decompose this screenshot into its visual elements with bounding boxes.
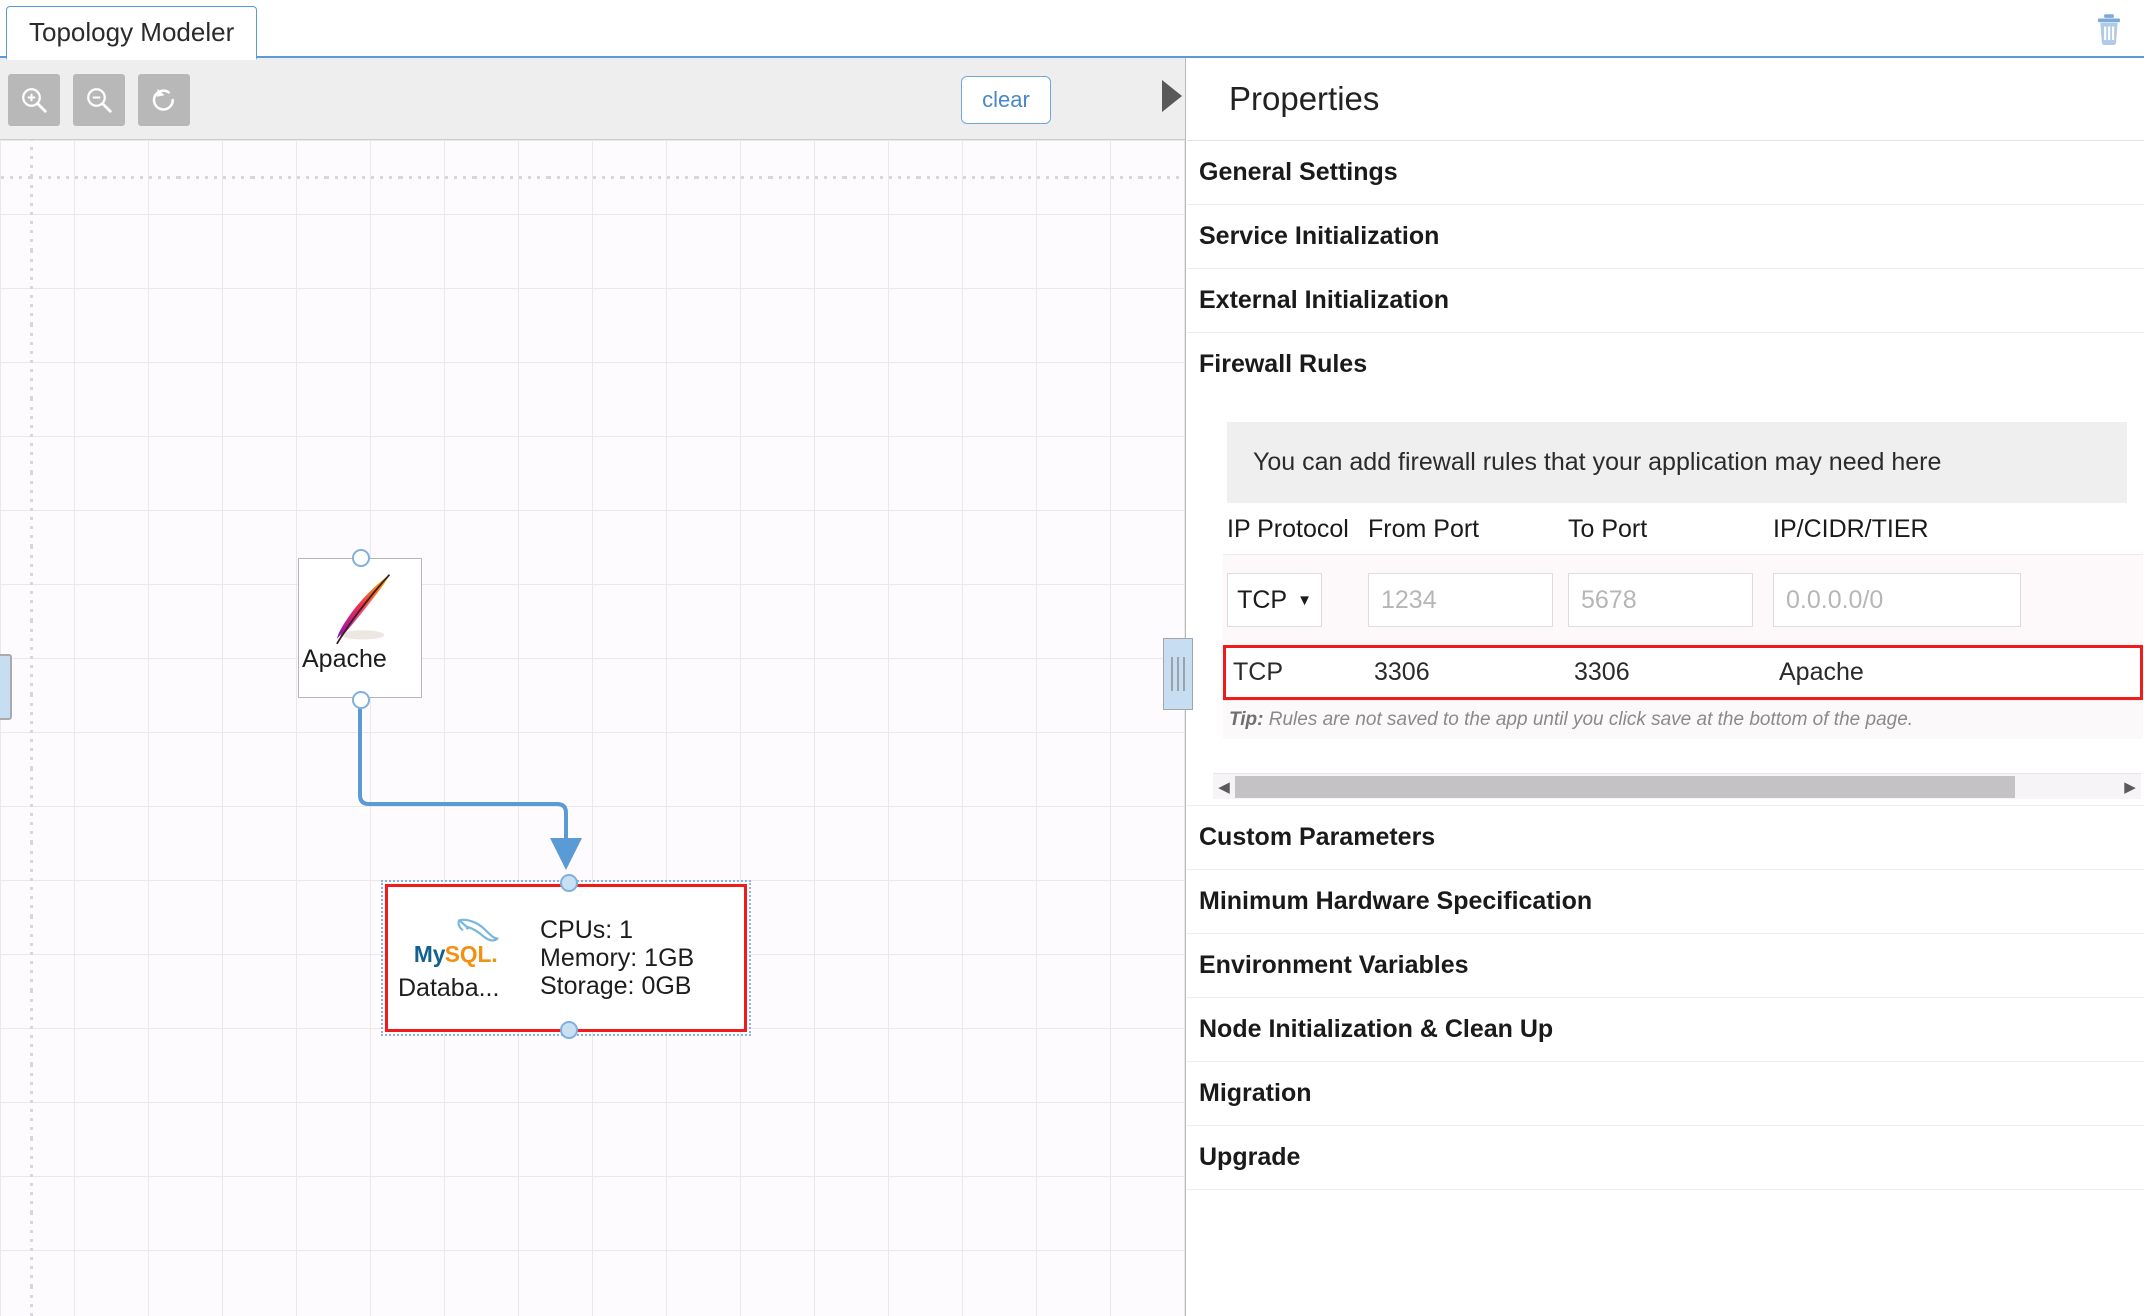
clear-label: clear [982, 87, 1030, 112]
firewall-rules-body: You can add firewall rules that your app… [1187, 422, 2144, 799]
section-minimum-hardware-specification[interactable]: Minimum Hardware Specification [1187, 870, 2144, 934]
node-apache[interactable]: Apache [298, 549, 422, 709]
to-port-input[interactable] [1568, 573, 1753, 627]
connector-apache-to-database [358, 629, 582, 870]
grip-line [1183, 657, 1185, 691]
cell-to-port: 3306 [1574, 658, 1630, 686]
new-rule-row: TCP ▼ [1223, 554, 2143, 645]
grip-line [1171, 657, 1173, 691]
trash-icon [2097, 14, 2121, 45]
canvas-toolbar: clear [0, 58, 1185, 140]
scroll-right-arrow-icon[interactable]: ▶ [2119, 778, 2141, 796]
collapse-right-arrow-icon [1162, 80, 1182, 112]
zoom-out-button[interactable] [73, 74, 125, 126]
cell-protocol: TCP [1233, 658, 1283, 686]
section-node-initialization-clean-up[interactable]: Node Initialization & Clean Up [1187, 998, 2144, 1062]
reset-button[interactable] [138, 74, 190, 126]
delete-button[interactable] [2088, 8, 2130, 50]
node-apache-label: Apache [302, 645, 387, 673]
zoom-out-icon [87, 88, 112, 113]
chevron-down-icon: ▼ [1297, 591, 1312, 609]
node-database[interactable]: My SQL. Databa... CPUs: 1 Memory: 1GB St… [381, 874, 751, 1039]
scroll-left-arrow-icon[interactable]: ◀ [1213, 778, 1235, 796]
scrollbar-thumb[interactable] [1235, 775, 2015, 798]
firewall-info-banner: You can add firewall rules that your app… [1227, 422, 2127, 503]
column-header-from-port: From Port [1368, 515, 1480, 543]
tab-bar: Topology Modeler [0, 0, 2144, 60]
column-header-to-port: To Port [1568, 515, 1648, 543]
protocol-select[interactable]: TCP ▼ [1227, 573, 1322, 627]
table-row[interactable]: TCP 3306 3306 Apache [1223, 645, 2143, 700]
spec-cpus: CPUs: 1 [540, 916, 634, 944]
section-environment-variables[interactable]: Environment Variables [1187, 934, 2144, 998]
tab-label: Topology Modeler [29, 17, 235, 47]
clear-button[interactable]: clear [961, 76, 1051, 124]
protocol-select-value: TCP [1237, 585, 1288, 614]
zoom-in-icon [22, 88, 47, 113]
cidr-input[interactable] [1773, 573, 2021, 627]
horizontal-scrollbar[interactable]: ◀ ▶ [1213, 773, 2141, 799]
section-custom-parameters[interactable]: Custom Parameters [1187, 805, 2144, 870]
column-header-ip-protocol: IP Protocol [1227, 515, 1349, 543]
cell-target: Apache [1779, 658, 1864, 686]
topology-canvas-panel: clear Apache My SQL. Databa... CPUs: 1 M… [0, 58, 1186, 1316]
node-database-specs: CPUs: 1 Memory: 1GB Storage: 0GB [540, 916, 694, 1000]
section-general-settings[interactable]: General Settings [1187, 141, 2144, 205]
from-port-input[interactable] [1368, 573, 1553, 627]
column-header-ip-cidr-tier: IP/CIDR/TIER [1773, 515, 1929, 543]
svg-text:SQL.: SQL. [445, 941, 498, 967]
scrollbar-track[interactable] [1235, 775, 2119, 798]
table-header-row: IP Protocol From Port To Port IP/CIDR/TI… [1223, 503, 2143, 554]
panel-splitter-handle[interactable] [1163, 638, 1193, 710]
section-external-initialization[interactable]: External Initialization [1187, 269, 2144, 333]
firewall-rules-table: IP Protocol From Port To Port IP/CIDR/TI… [1223, 503, 2143, 700]
node-apache-port-top[interactable] [352, 549, 370, 567]
zoom-in-button[interactable] [8, 74, 60, 126]
mysql-dolphin-icon: My SQL. [414, 918, 499, 967]
spec-storage: Storage: 0GB [540, 972, 692, 1000]
spec-memory: Memory: 1GB [540, 944, 695, 972]
tip-text: Rules are not saved to the app until you… [1263, 709, 1914, 730]
section-migration[interactable]: Migration [1187, 1062, 2144, 1126]
firewall-tip: Tip: Rules are not saved to the app unti… [1223, 700, 2143, 739]
node-database-identity: My SQL. Databa... [388, 914, 528, 1003]
node-database-port-top[interactable] [560, 874, 578, 892]
panel-collapse-button[interactable] [1160, 76, 1185, 116]
grip-line [1177, 657, 1179, 691]
tab-topology-modeler[interactable]: Topology Modeler [6, 6, 258, 60]
section-upgrade[interactable]: Upgrade [1187, 1126, 2144, 1190]
section-service-initialization[interactable]: Service Initialization [1187, 205, 2144, 269]
canvas-grid[interactable]: Apache My SQL. Databa... CPUs: 1 Memory:… [0, 140, 1185, 1316]
svg-text:My: My [414, 941, 446, 967]
protocol-select-cell: TCP ▼ [1223, 573, 1368, 627]
reset-icon [152, 89, 175, 111]
apache-feather-icon [336, 574, 391, 645]
page-title: Properties [1187, 58, 2144, 141]
from-port-cell [1368, 573, 1568, 627]
cidr-cell [1773, 573, 2033, 627]
tip-label: Tip: [1229, 709, 1264, 730]
properties-panel: Properties General Settings Service Init… [1187, 58, 2144, 1316]
to-port-cell [1568, 573, 1773, 627]
cell-from-port: 3306 [1374, 658, 1430, 686]
node-database-label: Databa... [398, 973, 500, 1002]
node-apache-port-bottom[interactable] [352, 691, 370, 709]
left-palette-handle[interactable] [0, 654, 12, 720]
section-firewall-rules[interactable]: Firewall Rules [1187, 333, 2144, 396]
node-database-port-bottom[interactable] [560, 1021, 578, 1039]
